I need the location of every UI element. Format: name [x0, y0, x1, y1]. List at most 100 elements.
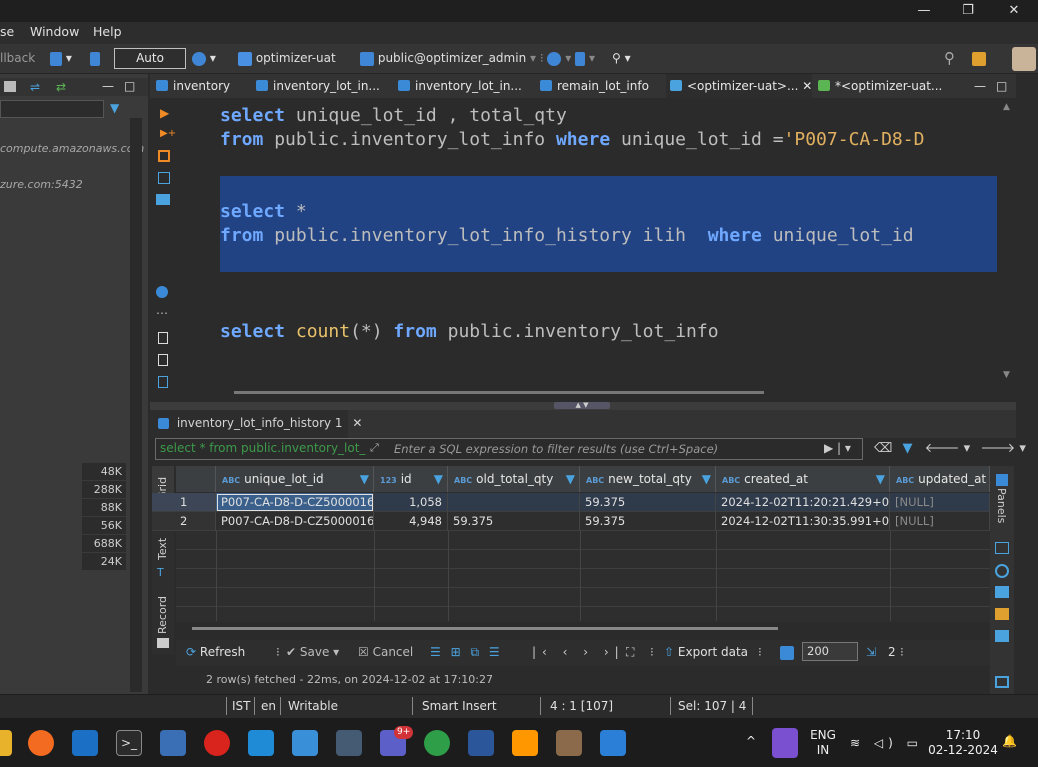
rollback-button[interactable]: llback — [0, 44, 35, 74]
table-row[interactable]: 1 P007-CA-D8-D-CZ50000167 1,058 59.375 2… — [152, 493, 990, 512]
fetch-all-icon[interactable]: ⇲ — [866, 640, 876, 666]
tab-sql-editor[interactable]: *<optimizer-uat... — [818, 74, 946, 98]
settings-icon[interactable] — [156, 286, 168, 298]
network-volume-battery-icons[interactable]: ≋ ◁) ▭ — [850, 736, 923, 751]
panels-label[interactable]: Panels — [995, 488, 1008, 523]
perspective-icon[interactable] — [972, 44, 986, 74]
tab-text[interactable]: Text T — [152, 530, 174, 588]
file-explorer-icon[interactable] — [0, 730, 12, 756]
fetch-size-icon[interactable] — [780, 640, 794, 666]
table-row[interactable]: 2 P007-CA-D8-D-CZ50000167 4,948 59.375 5… — [152, 512, 990, 531]
minimize-button[interactable]: — — [901, 0, 947, 22]
column-header-created-at[interactable]: ABC created_at ▼ — [716, 466, 890, 492]
filter-expand-icon[interactable]: ⤢ — [370, 441, 379, 455]
maximize-button[interactable]: ❐ — [945, 0, 991, 22]
opera-icon[interactable] — [204, 730, 230, 756]
column-header-unique-lot-id[interactable]: ABC unique_lot_id ▼ — [216, 466, 374, 492]
cell-old-total-qty[interactable] — [448, 493, 580, 512]
row-number[interactable]: 2 — [152, 512, 216, 531]
history-icon[interactable]: ▾ — [192, 44, 216, 74]
refresh-button[interactable]: ⟳ Refresh — [186, 640, 245, 666]
chart-icon[interactable] — [995, 608, 1009, 620]
column-header-id[interactable]: 123 id ▼ — [374, 466, 448, 492]
export-data-button[interactable]: ⇧ Export data — [664, 640, 748, 666]
refresh-panel-icon[interactable] — [995, 676, 1009, 688]
clock[interactable]: 17:10 02-12-2024 — [928, 728, 998, 758]
back-icon[interactable]: 🡐 — [925, 441, 960, 456]
column-header-updated-at[interactable]: ABC updated_at — [890, 466, 990, 492]
column-header-old-total-qty[interactable]: ABC old_total_qty ▼ — [448, 466, 580, 492]
menu-file[interactable]: se — [0, 22, 14, 44]
remote-desktop-icon[interactable] — [160, 730, 186, 756]
more-options-icon[interactable]: ⁝ — [900, 640, 904, 666]
cell-created-at[interactable]: 2024-12-02T11:20:21.429+00:00 — [716, 493, 890, 512]
global-search-icon[interactable]: ⚲ — [944, 44, 955, 74]
close-results-tab-icon[interactable]: ✕ — [352, 416, 362, 430]
terminal-icon[interactable] — [156, 194, 170, 205]
tab-record[interactable]: Record — [152, 592, 174, 652]
cell-unique-lot-id[interactable]: P007-CA-D8-D-CZ50000167 — [216, 493, 374, 512]
minimize-editor-icon[interactable]: — — [974, 74, 986, 98]
locale[interactable]: en — [261, 695, 276, 717]
forward-icon[interactable]: 🡒 — [980, 441, 1015, 456]
row-number[interactable]: 1 — [152, 493, 216, 512]
menu-help[interactable]: Help — [93, 22, 122, 44]
more-icon[interactable]: ⋯ — [156, 306, 168, 320]
tab-remain-lot-info[interactable]: remain_lot_info — [540, 74, 654, 98]
cell-created-at[interactable]: 2024-12-02T11:30:35.991+00:00 — [716, 512, 890, 531]
cell-id[interactable]: 4,948 — [374, 512, 448, 531]
execute-new-tab-icon[interactable]: ▶+ — [160, 128, 176, 139]
vscode-icon[interactable] — [248, 730, 274, 756]
connection-selector[interactable]: optimizer-uat — [238, 44, 336, 74]
execute-script-icon[interactable] — [158, 150, 170, 162]
postman-icon[interactable] — [28, 730, 54, 756]
tab-inventory-lot-info-history[interactable]: inventory_lot_in... — [398, 74, 522, 98]
calc-icon[interactable] — [995, 542, 1009, 554]
search-icon[interactable]: ⚲ ▾ — [612, 44, 631, 74]
chrome-icon[interactable] — [424, 730, 450, 756]
monitor-icon[interactable] — [336, 730, 362, 756]
cell-updated-at[interactable]: [NULL] — [890, 512, 990, 531]
filter-icon[interactable]: ▼ — [903, 441, 913, 456]
notepad-icon[interactable] — [292, 730, 318, 756]
results-grid[interactable]: ABC unique_lot_id ▼ 123 id ▼ ABC old_total_qt… — [152, 466, 990, 622]
execute-statement-icon[interactable]: ▶ — [160, 106, 169, 120]
cancel-button[interactable]: ☒ Cancel — [358, 640, 413, 666]
export-script-icon[interactable] — [158, 376, 168, 388]
filter-icon[interactable]: ▼ — [110, 101, 119, 115]
outlook-icon[interactable] — [72, 730, 98, 756]
eraser-icon[interactable]: ⌫ — [874, 441, 892, 456]
minimize-panel-icon[interactable]: — — [102, 79, 114, 93]
fetch-size-input[interactable]: 200 — [802, 642, 858, 661]
fullscreen-icon[interactable]: ⛶ — [626, 640, 634, 666]
close-tab-icon[interactable]: ✕ — [802, 79, 812, 93]
collapse-icon[interactable]: ⇌ — [30, 80, 40, 94]
tab-inventory-lot-info[interactable]: inventory_lot_in... — [256, 74, 380, 98]
tab-sql-editor-active[interactable]: <optimizer-uat>... ✕ — [666, 74, 812, 98]
close-window-button[interactable]: ✕ — [991, 0, 1037, 22]
more-options-icon[interactable]: ⁝ — [758, 640, 762, 666]
sql-code[interactable]: select unique_lot_id , total_qty from pu… — [220, 104, 997, 344]
menu-window[interactable]: Window — [30, 22, 79, 44]
show-hidden-icons[interactable]: ^ — [746, 734, 756, 749]
auto-commit-selector[interactable]: Auto — [114, 48, 186, 69]
cell-unique-lot-id[interactable]: P007-CA-D8-D-CZ50000167 — [216, 512, 374, 531]
cell-id[interactable]: 1,058 — [374, 493, 448, 512]
timezone[interactable]: IST — [232, 695, 251, 717]
grid-horizontal-scrollbar[interactable] — [176, 622, 990, 636]
notification-bell-icon[interactable]: 🔔 — [1002, 734, 1017, 749]
metadata-icon[interactable] — [995, 564, 1009, 578]
editor-vertical-scrollbar[interactable]: ▲ ▼ — [1000, 98, 1014, 384]
edit-row-tools[interactable]: ☰ ⊞ ⧉ ☰ — [430, 640, 503, 666]
load-script-icon[interactable] — [158, 332, 168, 344]
pagination-controls[interactable]: |‹ ‹ › ›| — [532, 640, 625, 666]
maximize-editor-icon[interactable]: □ — [996, 74, 1007, 98]
cell-new-total-qty[interactable]: 59.375 — [580, 512, 716, 531]
link-icon[interactable]: ⇄ — [56, 80, 66, 94]
microphone-icon[interactable] — [772, 728, 798, 758]
sublime-icon[interactable] — [512, 730, 538, 756]
editor-horizontal-scrollbar[interactable] — [220, 386, 997, 398]
lock-icon[interactable] — [90, 44, 100, 74]
column-header-new-total-qty[interactable]: ABC new_total_qty ▼ — [580, 466, 716, 492]
navigator-filter-input[interactable] — [0, 100, 104, 118]
